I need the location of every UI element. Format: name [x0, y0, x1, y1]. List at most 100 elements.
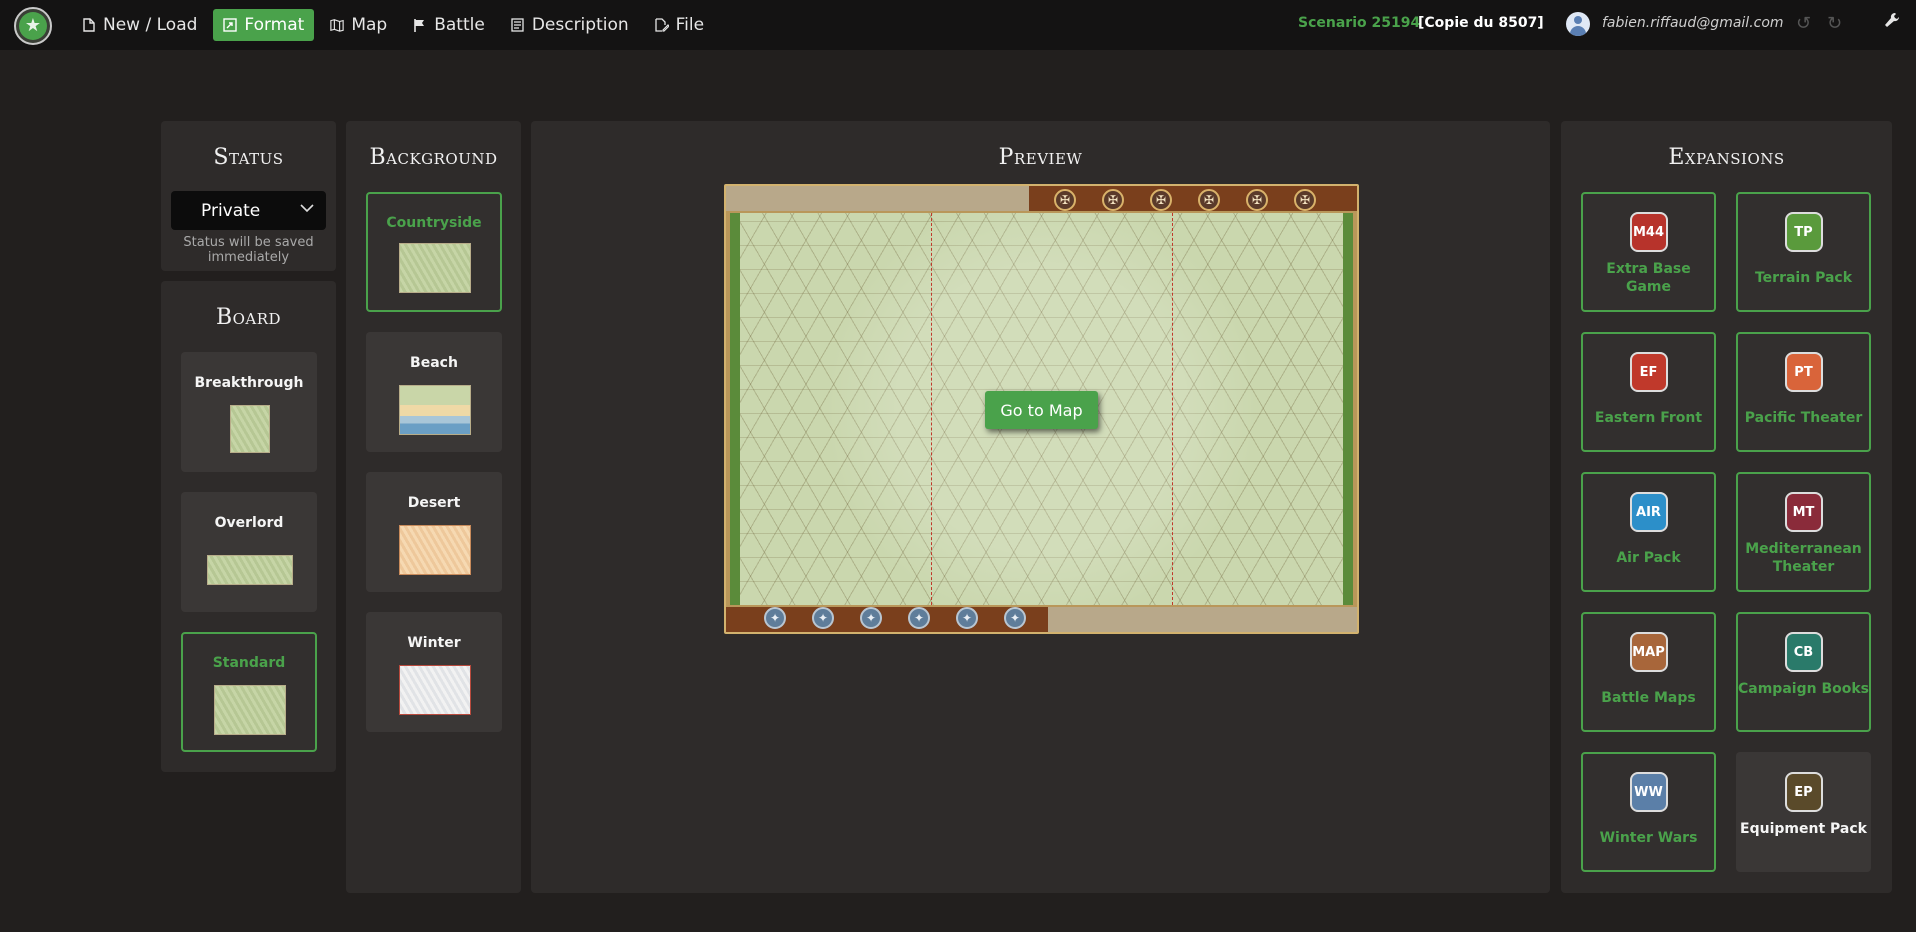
board-thumbnail: [207, 555, 293, 585]
expansion-extra-base-game[interactable]: M44 Extra Base Game: [1581, 192, 1716, 312]
nav-map[interactable]: Map: [320, 9, 397, 41]
section-divider-left: [931, 213, 932, 605]
map-badge-icon: MAP: [1629, 632, 1668, 672]
board-option-label: Breakthrough: [194, 375, 304, 391]
background-panel: Background Countryside Beach Desert Wint…: [346, 121, 521, 893]
background-option-beach[interactable]: Beach: [366, 332, 502, 452]
background-thumbnail: [399, 525, 471, 575]
background-thumbnail: [399, 665, 471, 715]
board-thumbnail: [214, 685, 286, 735]
ep-badge-icon: EP: [1784, 772, 1823, 812]
board-title: Board: [215, 305, 282, 330]
background-option-label: Beach: [410, 355, 458, 371]
background-option-desert[interactable]: Desert: [366, 472, 502, 592]
allied-medal-icon: ✦: [908, 607, 930, 629]
ef-badge-icon: EF: [1629, 352, 1668, 392]
allied-medal-icon: ✦: [764, 607, 786, 629]
board-option-label: Overlord: [214, 515, 284, 531]
section-divider-right: [1172, 213, 1173, 605]
undo-icon[interactable]: ↺: [1796, 13, 1811, 34]
resize-icon: [223, 17, 238, 33]
board-option-overlord[interactable]: Overlord: [181, 492, 317, 612]
background-option-countryside[interactable]: Countryside: [366, 192, 502, 312]
scenario-id: Scenario 25194: [1298, 15, 1421, 31]
nav-file[interactable]: File: [645, 9, 714, 41]
go-to-map-button[interactable]: Go to Map: [985, 391, 1098, 429]
expansion-campaign-books[interactable]: CB Campaign Books: [1736, 612, 1871, 732]
user-email[interactable]: fabien.riffaud@gmail.com: [1602, 15, 1784, 31]
expansion-label: Battle Maps: [1601, 690, 1696, 706]
file-icon: [82, 17, 96, 33]
document-icon: [511, 17, 525, 33]
nav-new-load-label: New / Load: [103, 15, 198, 35]
axis-medal-icon: ✠: [1198, 189, 1220, 211]
expansion-label: Extra Base Game: [1606, 261, 1691, 295]
expansion-winter-wars[interactable]: WW Winter Wars: [1581, 752, 1716, 872]
background-title: Background: [369, 145, 498, 170]
top-bar: ★ New / Load Format Map Battle Descripti…: [0, 0, 1916, 50]
logo-star-icon[interactable]: ★: [14, 7, 52, 45]
expansion-battle-maps[interactable]: MAP Battle Maps: [1581, 612, 1716, 732]
background-option-label: Desert: [407, 495, 461, 511]
status-title: Status: [213, 145, 284, 170]
axis-medal-icon: ✠: [1054, 189, 1076, 211]
expansion-pacific-theater[interactable]: PT Pacific Theater: [1736, 332, 1871, 452]
allied-medal-icon: ✦: [1004, 607, 1026, 629]
status-panel: Status Private Status will be saved imme…: [161, 121, 336, 271]
m44-badge-icon: M44: [1629, 212, 1668, 252]
expansion-terrain-pack[interactable]: TP Terrain Pack: [1736, 192, 1871, 312]
background-thumbnail: [399, 385, 471, 435]
expansion-label: Winter Wars: [1599, 830, 1698, 846]
background-thumbnail: [399, 243, 471, 293]
file-edit-icon: [654, 17, 669, 33]
axis-medal-icon: ✠: [1102, 189, 1124, 211]
axis-medal-icon: ✠: [1246, 189, 1268, 211]
preview-title: Preview: [998, 145, 1083, 170]
chevron-down-icon: [300, 201, 314, 217]
nav-description-label: Description: [531, 15, 629, 35]
user-avatar-icon[interactable]: [1566, 12, 1590, 36]
expansion-label: Campaign Books: [1738, 681, 1869, 697]
allied-medal-icon: ✦: [812, 607, 834, 629]
nav-file-label: File: [675, 15, 705, 35]
status-note: Status will be saved immediately: [183, 235, 314, 265]
nav-battle-label: Battle: [434, 15, 485, 35]
expansion-mediterranean-theater[interactable]: MT Mediterranean Theater: [1736, 472, 1871, 592]
ww-badge-icon: WW: [1629, 772, 1668, 812]
main-nav: New / Load Format Map Battle Description: [72, 9, 714, 41]
mt-badge-icon: MT: [1784, 492, 1823, 532]
expansion-label: Equipment Pack: [1740, 821, 1867, 837]
axis-medal-icon: ✠: [1294, 189, 1316, 211]
pt-badge-icon: PT: [1784, 352, 1823, 392]
axis-medal-icon: ✠: [1150, 189, 1172, 211]
expansion-label: Eastern Front: [1594, 410, 1703, 426]
status-select[interactable]: Private: [171, 191, 326, 230]
expansion-label: Mediterranean Theater: [1745, 541, 1862, 575]
scenario-copy-label: [Copie du 8507]: [1418, 15, 1544, 31]
allied-medal-icon: ✦: [860, 607, 882, 629]
expansions-title: Expansions: [1668, 145, 1785, 170]
air-badge-icon: AIR: [1629, 492, 1668, 532]
background-option-label: Winter: [407, 635, 461, 651]
expansion-eastern-front[interactable]: EF Eastern Front: [1581, 332, 1716, 452]
nav-format-label: Format: [244, 15, 305, 35]
nav-map-label: Map: [351, 15, 388, 35]
board-option-standard[interactable]: Standard: [181, 632, 317, 752]
allied-medal-icon: ✦: [956, 607, 978, 629]
board-option-breakthrough[interactable]: Breakthrough: [181, 352, 317, 472]
expansion-label: Terrain Pack: [1754, 270, 1853, 286]
nav-format[interactable]: Format: [213, 9, 315, 41]
nav-description[interactable]: Description: [501, 9, 639, 41]
nav-new-load[interactable]: New / Load: [72, 9, 207, 41]
expansion-equipment-pack[interactable]: EP Equipment Pack: [1736, 752, 1871, 872]
tp-badge-icon: TP: [1784, 212, 1823, 252]
redo-icon[interactable]: ↻: [1827, 13, 1842, 34]
expansion-air-pack[interactable]: AIR Air Pack: [1581, 472, 1716, 592]
cb-badge-icon: CB: [1784, 632, 1823, 672]
background-option-winter[interactable]: Winter: [366, 612, 502, 732]
wrench-icon[interactable]: [1884, 12, 1900, 35]
nav-battle[interactable]: Battle: [403, 9, 495, 41]
board-option-label: Standard: [212, 655, 286, 671]
expansion-label: Pacific Theater: [1744, 410, 1863, 426]
board-panel: Board Breakthrough Overlord Standard: [161, 281, 336, 772]
